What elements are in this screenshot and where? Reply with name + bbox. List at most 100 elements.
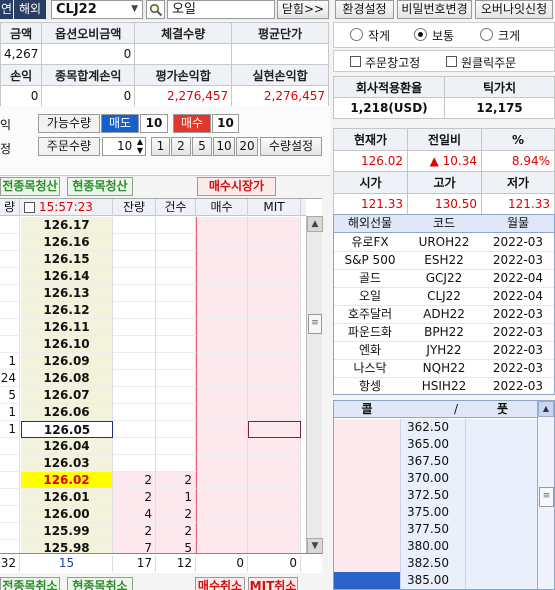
ladder-cell-price[interactable]: 126.13 — [21, 285, 113, 302]
option-row[interactable]: 372.50 — [334, 487, 539, 504]
ladder-cell-qty[interactable] — [0, 455, 20, 472]
ladder-cell-mit[interactable] — [248, 421, 301, 438]
one-click-order-checkbox[interactable] — [446, 56, 457, 67]
ladder-cell-buy[interactable] — [196, 387, 248, 404]
option-cell-put[interactable] — [466, 504, 539, 521]
ladder-cell-price[interactable]: 125.99 — [21, 523, 113, 540]
ladder-cell-remaining[interactable] — [113, 319, 156, 336]
ladder-cell-qty[interactable] — [0, 319, 20, 336]
ladder-cell-price[interactable]: 126.14 — [21, 268, 113, 285]
option-cell-call[interactable] — [334, 436, 400, 453]
cancel-mit-button[interactable]: MIT취소 — [248, 577, 298, 590]
ladder-cell-count[interactable] — [156, 438, 196, 455]
option-cell-call[interactable] — [334, 521, 400, 538]
ladder-cell-remaining[interactable]: 4 — [113, 506, 156, 523]
ladder-cell-remaining[interactable] — [113, 421, 156, 438]
ladder-cell-mit[interactable] — [248, 404, 301, 421]
ladder-cell-qty[interactable]: 1 — [0, 421, 20, 438]
ladder-cell-mit[interactable] — [248, 319, 301, 336]
ladder-cell-count[interactable] — [156, 370, 196, 387]
ladder-cell-price[interactable]: 126.05 — [21, 421, 113, 438]
option-row[interactable]: 385.00 — [334, 572, 539, 589]
ladder-cell-buy[interactable] — [196, 217, 248, 234]
ladder-cell-remaining[interactable] — [113, 387, 156, 404]
ladder-cell-price[interactable]: 126.08 — [21, 370, 113, 387]
ladder-cell-count[interactable]: 2 — [156, 506, 196, 523]
futures-row[interactable]: 항셍 HSIH22 2022-03 — [334, 378, 554, 394]
ladder-cell-count[interactable] — [156, 421, 196, 438]
ladder-cell-remaining[interactable]: 2 — [113, 523, 156, 540]
ladder-cell-qty[interactable]: 1 — [0, 404, 20, 421]
ladder-cell-remaining[interactable] — [113, 251, 156, 268]
ladder-cell-remaining[interactable] — [113, 234, 156, 251]
ladder-cell-qty[interactable] — [0, 285, 20, 302]
tab-domestic[interactable]: 연 — [0, 0, 13, 19]
option-row[interactable]: 375.00 — [334, 504, 539, 521]
futures-row[interactable]: 엔화 JYH22 2022-03 — [334, 342, 554, 360]
ladder-cell-count[interactable] — [156, 336, 196, 353]
ladder-row[interactable]: 24 126.08 — [0, 370, 322, 387]
ladder-cell-buy[interactable] — [196, 285, 248, 302]
option-cell-put[interactable] — [466, 419, 539, 436]
ladder-cell-price[interactable]: 126.17 — [21, 217, 113, 234]
tab-overseas[interactable]: 해외 — [14, 0, 46, 19]
futures-row[interactable]: S&P 500 ESH22 2022-03 — [334, 252, 554, 270]
size-small-radio[interactable] — [350, 28, 363, 41]
ladder-cell-buy[interactable] — [196, 251, 248, 268]
cancel-all-button[interactable]: 전종목취소 — [0, 577, 60, 590]
ladder-cell-mit[interactable] — [248, 370, 301, 387]
qty-preset-1[interactable]: 1 — [151, 137, 170, 156]
ladder-cell-count[interactable]: 2 — [156, 523, 196, 540]
futures-row[interactable]: 유로FX UROH22 2022-03 — [334, 234, 554, 252]
option-cell-call[interactable] — [334, 470, 400, 487]
qty-preset-2[interactable]: 2 — [171, 137, 191, 156]
ladder-row[interactable]: 1 126.05 — [0, 421, 322, 438]
ladder-cell-qty[interactable] — [0, 506, 20, 523]
ladder-cell-price[interactable]: 126.10 — [21, 336, 113, 353]
ladder-cell-qty[interactable] — [0, 336, 20, 353]
ladder-cell-price[interactable]: 126.01 — [21, 489, 113, 506]
ladder-cell-price[interactable]: 126.09 — [21, 353, 113, 370]
ladder-cell-price[interactable]: 126.04 — [21, 438, 113, 455]
ladder-cell-count[interactable] — [156, 268, 196, 285]
option-cell-put[interactable] — [466, 470, 539, 487]
ladder-cell-mit[interactable] — [248, 353, 301, 370]
futures-row[interactable]: 골드 GCJ22 2022-04 — [334, 270, 554, 288]
ladder-row[interactable]: 126.11 — [0, 319, 322, 336]
ladder-row[interactable]: 5 126.07 — [0, 387, 322, 404]
ladder-cell-mit[interactable] — [248, 523, 301, 540]
order-qty-stepper[interactable]: 10 ▲ ▼ — [102, 137, 146, 156]
option-cell-put[interactable] — [466, 538, 539, 555]
ladder-cell-remaining[interactable] — [113, 217, 156, 234]
ladder-cell-remaining[interactable] — [113, 438, 156, 455]
ladder-cell-count[interactable] — [156, 285, 196, 302]
ladder-cell-price[interactable]: 126.02 — [21, 472, 113, 489]
ladder-cell-buy[interactable] — [196, 523, 248, 540]
ladder-cell-qty[interactable] — [0, 523, 20, 540]
ladder-cell-price[interactable]: 126.03 — [21, 455, 113, 472]
ladder-cell-count[interactable] — [156, 302, 196, 319]
ladder-cell-count[interactable] — [156, 387, 196, 404]
ladder-cell-price[interactable]: 126.00 — [21, 506, 113, 523]
ladder-cell-buy[interactable] — [196, 489, 248, 506]
ladder-cell-price[interactable]: 126.11 — [21, 319, 113, 336]
ladder-cell-buy[interactable] — [196, 336, 248, 353]
cancel-current-button[interactable]: 현종목취소 — [67, 577, 133, 590]
ladder-cell-remaining[interactable] — [113, 404, 156, 421]
ladder-cell-buy[interactable] — [196, 506, 248, 523]
ladder-cell-mit[interactable] — [248, 251, 301, 268]
option-cell-call[interactable] — [334, 555, 400, 572]
ladder-cell-buy[interactable] — [196, 370, 248, 387]
ladder-cell-qty[interactable] — [0, 217, 20, 234]
scroll-down-icon[interactable]: ▼ — [307, 538, 323, 554]
ladder-cell-mit[interactable] — [248, 455, 301, 472]
ladder-cell-qty[interactable] — [0, 302, 20, 319]
ladder-cell-qty[interactable] — [0, 438, 20, 455]
ladder-cell-buy[interactable] — [196, 472, 248, 489]
futures-row[interactable]: 파운드화 BPH22 2022-03 — [334, 324, 554, 342]
ladder-cell-remaining[interactable] — [113, 336, 156, 353]
ladder-cell-count[interactable] — [156, 251, 196, 268]
settle-current-button[interactable]: 현종목청산 — [67, 177, 133, 196]
ladder-cell-buy[interactable] — [196, 421, 248, 438]
ladder-cell-remaining[interactable] — [113, 370, 156, 387]
